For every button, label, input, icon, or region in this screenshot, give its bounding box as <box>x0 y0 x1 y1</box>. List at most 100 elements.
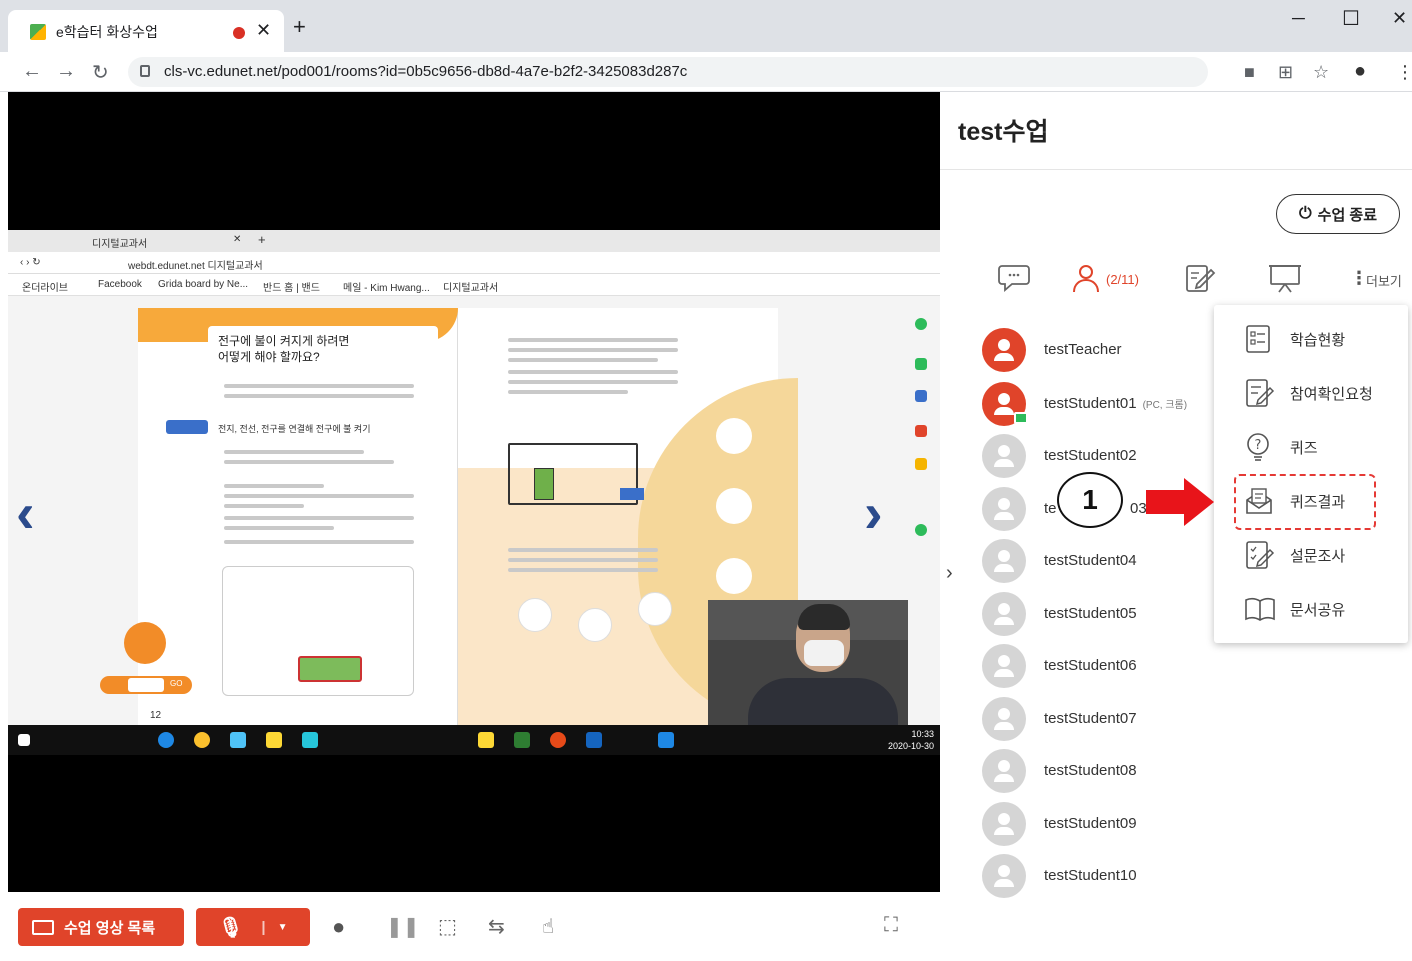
digital-textbook: 전구에 불이 켜지게 하려면 어떻게 해야 할까요? 전지, 전선, 전구를 연… <box>138 308 798 728</box>
avatar <box>982 539 1026 583</box>
book-heading-1: 전구에 불이 켜지게 하려면 <box>218 334 350 348</box>
windows-taskbar: 10:33 2020-10-30 <box>8 725 940 755</box>
record-icon[interactable]: ● <box>332 914 345 940</box>
bookmark-star-icon[interactable]: ☆ <box>1313 62 1329 83</box>
survey-icon <box>1246 541 1275 569</box>
menu-label: 학습현황 <box>1290 332 1346 349</box>
list-item[interactable]: testStudent10 <box>982 854 1242 898</box>
screen-select-icon[interactable]: ⬚ <box>438 914 457 939</box>
pointer-arrow-icon <box>1146 478 1214 526</box>
shared-tab-close-icon: ✕ <box>233 234 242 245</box>
participants-count: (2/11) <box>1106 272 1139 287</box>
participant-name: testStudent06 <box>1044 657 1137 674</box>
participant-name: testTeacher <box>1044 341 1122 358</box>
fullscreen-icon[interactable]: ⛶ <box>884 914 898 937</box>
panel-divider <box>940 169 1412 170</box>
tab-chat[interactable] <box>998 262 1030 297</box>
list-item[interactable]: testStudent09 <box>982 802 1242 846</box>
report-icon <box>1246 325 1270 353</box>
profile-icon[interactable]: ● <box>1354 60 1366 83</box>
menu-item-participation-check[interactable]: 참여확인요청 <box>1244 373 1394 413</box>
translate-icon[interactable]: ⊞ <box>1278 62 1293 83</box>
prev-page-icon[interactable]: ‹ <box>16 480 35 545</box>
mic-dropdown-icon[interactable]: ▼ <box>278 922 288 933</box>
minimize-icon[interactable]: ─ <box>1292 8 1305 29</box>
tab-close-icon[interactable]: ✕ <box>256 20 271 41</box>
participant-name: testStudent05 <box>1044 605 1137 622</box>
avatar <box>982 854 1026 898</box>
participant-name: testStudent07 <box>1044 710 1137 727</box>
window-close-icon[interactable]: ✕ <box>1392 8 1407 29</box>
reload-icon[interactable]: ↻ <box>92 60 109 85</box>
avatar <box>982 592 1026 636</box>
shared-new-tab-icon: + <box>258 232 266 247</box>
site-favicon-icon <box>30 24 46 40</box>
participant-name: testStudent02 <box>1044 447 1137 464</box>
menu-item-survey[interactable]: 설문조사 <box>1244 535 1394 575</box>
list-item[interactable]: testStudent04 <box>982 539 1242 583</box>
shared-tab-bar: 디지털교과서 ✕ + <box>8 230 940 252</box>
list-item[interactable]: testStudent02 <box>982 434 1242 478</box>
page-grid-button[interactable] <box>124 622 166 664</box>
book-subheading: 전지, 전선, 전구를 연결해 전구에 불 켜기 <box>218 424 371 434</box>
lock-icon <box>140 65 150 77</box>
list-item[interactable]: testStudent01 (PC, 크롬) <box>982 382 1242 426</box>
list-item[interactable]: testTeacher <box>982 328 1242 372</box>
menu-item-quiz[interactable]: ? 퀴즈 <box>1244 427 1394 467</box>
tab-screen-share[interactable] <box>1268 262 1302 299</box>
camera-indicator-icon[interactable]: ■ <box>1244 62 1255 83</box>
list-item[interactable]: testStudent05 <box>982 592 1242 636</box>
avatar <box>982 487 1026 531</box>
tab-assignment[interactable] <box>1184 262 1216 299</box>
more-label: 더보기 <box>1366 274 1402 289</box>
tab-participants[interactable]: (2/11) <box>1070 262 1139 299</box>
participant-name: testStudent09 <box>1044 815 1137 832</box>
forward-icon[interactable]: → <box>56 60 76 83</box>
new-tab-icon[interactable]: + <box>293 16 306 38</box>
video-list-label: 수업 영상 목록 <box>64 919 156 937</box>
step-number-badge: 1 <box>1057 472 1123 528</box>
chat-icon <box>998 265 1030 292</box>
menu-label: 참여확인요청 <box>1290 386 1373 403</box>
menu-item-learning-status[interactable]: 학습현황 <box>1244 319 1394 359</box>
recording-icon <box>233 27 245 39</box>
power-icon: ⏻ <box>1298 205 1312 222</box>
menu-label: 퀴즈 <box>1290 440 1318 457</box>
participant-name: te <box>1044 500 1057 517</box>
shared-screen: 디지털교과서 ✕ + ‹ › ↻ webdt.edunet.net 디지털교과서… <box>8 230 940 755</box>
video-list-button[interactable]: 수업 영상 목록 <box>18 908 184 946</box>
list-item[interactable]: testStudent08 <box>982 749 1242 793</box>
browser-tab[interactable]: e학습터 화상수업 ✕ <box>8 10 284 52</box>
avatar <box>982 382 1028 426</box>
switch-view-icon[interactable]: ⇆ <box>488 914 505 939</box>
microphone-button[interactable]: 🎙 | ▼ <box>196 908 310 946</box>
maximize-icon[interactable]: ☐ <box>1342 6 1360 31</box>
browser-menu-icon[interactable]: ⋮ <box>1396 62 1412 83</box>
next-page-icon[interactable]: › <box>864 480 883 545</box>
quiz-icon: ? <box>1247 433 1269 461</box>
list-item[interactable]: testStudent06 <box>982 644 1242 688</box>
participant-name: testStudent01 (PC, 크롬) <box>1044 395 1188 412</box>
url-bar[interactable]: cls-vc.edunet.net/pod001/rooms?id=0b5c96… <box>128 57 1208 87</box>
avatar <box>982 749 1026 793</box>
more-menu-button[interactable]: ⋮ 더보기 <box>1350 268 1402 289</box>
page-goto-control[interactable]: GO <box>100 676 192 694</box>
check-request-icon <box>1246 379 1275 407</box>
go-label: GO <box>170 679 183 688</box>
pointer-icon[interactable]: ☝ <box>542 914 554 939</box>
participant-name: testStudent08 <box>1044 762 1137 779</box>
list-item[interactable]: testStudent07 <box>982 697 1242 741</box>
end-class-button[interactable]: ⏻ 수업 종료 <box>1276 194 1400 234</box>
avatar <box>982 328 1026 372</box>
tab-title: e학습터 화상수업 <box>56 24 158 40</box>
class-title: test수업 <box>958 118 1049 146</box>
webcam-preview <box>708 600 908 735</box>
collapse-panel-icon[interactable]: › <box>946 562 953 585</box>
pause-icon[interactable]: ❚❚ <box>386 914 420 939</box>
shared-bookmarks-bar: 온더라이브 Facebook Grida board by Ne... 반드 홈… <box>8 274 940 296</box>
camera-status-icon <box>1014 412 1028 424</box>
menu-item-document-share[interactable]: 문서공유 <box>1244 589 1394 629</box>
back-icon[interactable]: ← <box>22 60 42 83</box>
participant-name-suffix: 03 <box>1130 500 1147 517</box>
page-number: 12 <box>150 710 162 721</box>
